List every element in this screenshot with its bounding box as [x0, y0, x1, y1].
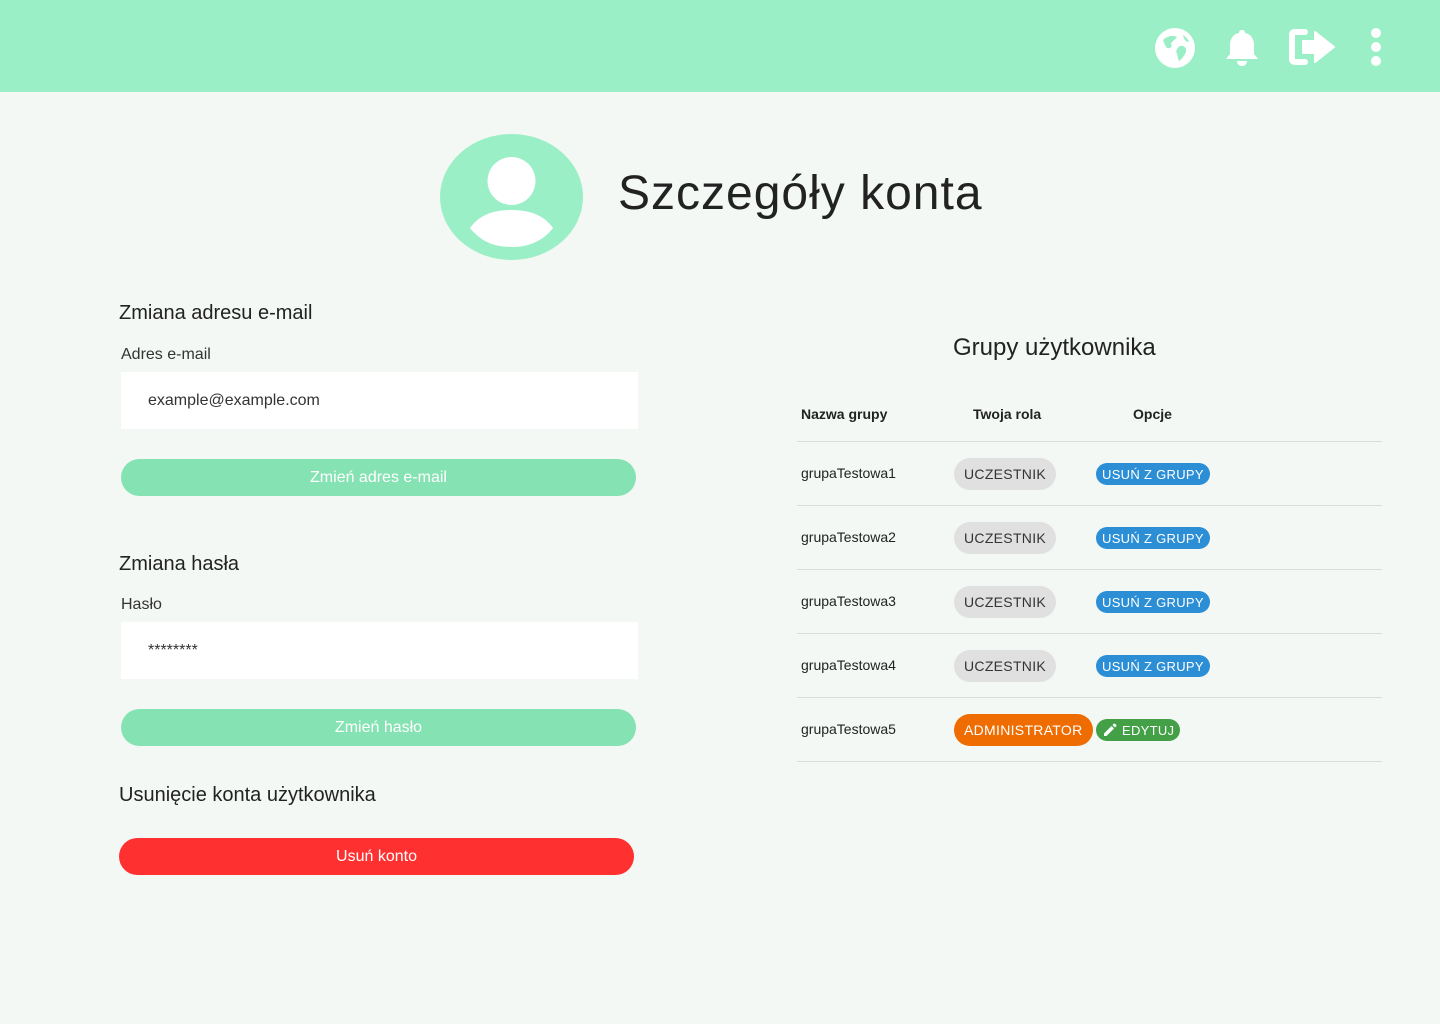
leave-group-button[interactable]: USUŃ Z GRUPY	[1096, 655, 1210, 677]
email-input[interactable]	[121, 372, 638, 429]
groups-title: Grupy użytkownika	[953, 334, 1156, 361]
user-icon	[470, 157, 553, 247]
table-row: grupaTestowa5 ADMINISTRATOR EDYTUJ	[797, 698, 1382, 762]
role-chip: UCZESTNIK	[954, 650, 1057, 682]
password-label: Hasło	[121, 596, 162, 613]
column-header-group-name: Nazwa grupy	[801, 406, 888, 422]
role-chip: UCZESTNIK	[954, 586, 1057, 618]
bell-icon[interactable]	[1224, 28, 1260, 73]
change-password-button[interactable]: Zmień hasło	[121, 709, 636, 746]
pencil-icon	[1104, 723, 1117, 736]
email-section-title: Zmiana adresu e-mail	[119, 302, 313, 324]
logout-icon[interactable]	[1289, 28, 1337, 71]
password-input[interactable]	[121, 622, 638, 679]
leave-group-button[interactable]: USUŃ Z GRUPY	[1096, 527, 1210, 549]
role-chip: UCZESTNIK	[954, 458, 1057, 490]
table-header: Nazwa grupy Twoja rola Opcje	[797, 394, 1382, 442]
delete-account-section-title: Usunięcie konta użytkownika	[119, 784, 376, 806]
role-chip: UCZESTNIK	[954, 522, 1057, 554]
group-name: grupaTestowa5	[801, 721, 896, 737]
top-bar	[0, 0, 1440, 92]
groups-table: Nazwa grupy Twoja rola Opcje grupaTestow…	[797, 394, 1382, 762]
change-email-button[interactable]: Zmień adres e-mail	[121, 459, 636, 496]
leave-group-button[interactable]: USUŃ Z GRUPY	[1096, 591, 1210, 613]
delete-account-button[interactable]: Usuń konto	[119, 838, 634, 875]
avatar	[440, 134, 583, 260]
table-row: grupaTestowa4 UCZESTNIK USUŃ Z GRUPY	[797, 634, 1382, 698]
group-name: grupaTestowa3	[801, 593, 896, 609]
edit-label: EDYTUJ	[1122, 722, 1175, 738]
group-name: grupaTestowa2	[801, 529, 896, 545]
password-section-title: Zmiana hasła	[119, 553, 240, 575]
table-row: grupaTestowa2 UCZESTNIK USUŃ Z GRUPY	[797, 506, 1382, 570]
role-chip: ADMINISTRATOR	[954, 714, 1093, 746]
group-name: grupaTestowa4	[801, 657, 896, 673]
more-vertical-icon[interactable]	[1366, 28, 1386, 71]
globe-icon[interactable]	[1153, 26, 1197, 75]
email-label: Adres e-mail	[121, 346, 211, 363]
edit-group-button[interactable]: EDYTUJ	[1096, 719, 1181, 741]
group-name: grupaTestowa1	[801, 465, 896, 481]
column-header-role: Twoja rola	[973, 406, 1042, 422]
table-row: grupaTestowa3 UCZESTNIK USUŃ Z GRUPY	[797, 570, 1382, 634]
leave-group-button[interactable]: USUŃ Z GRUPY	[1096, 463, 1210, 485]
page-title: Szczegóły konta	[618, 167, 983, 220]
table-row: grupaTestowa1 UCZESTNIK USUŃ Z GRUPY	[797, 442, 1382, 506]
column-header-options: Opcje	[1133, 406, 1172, 422]
